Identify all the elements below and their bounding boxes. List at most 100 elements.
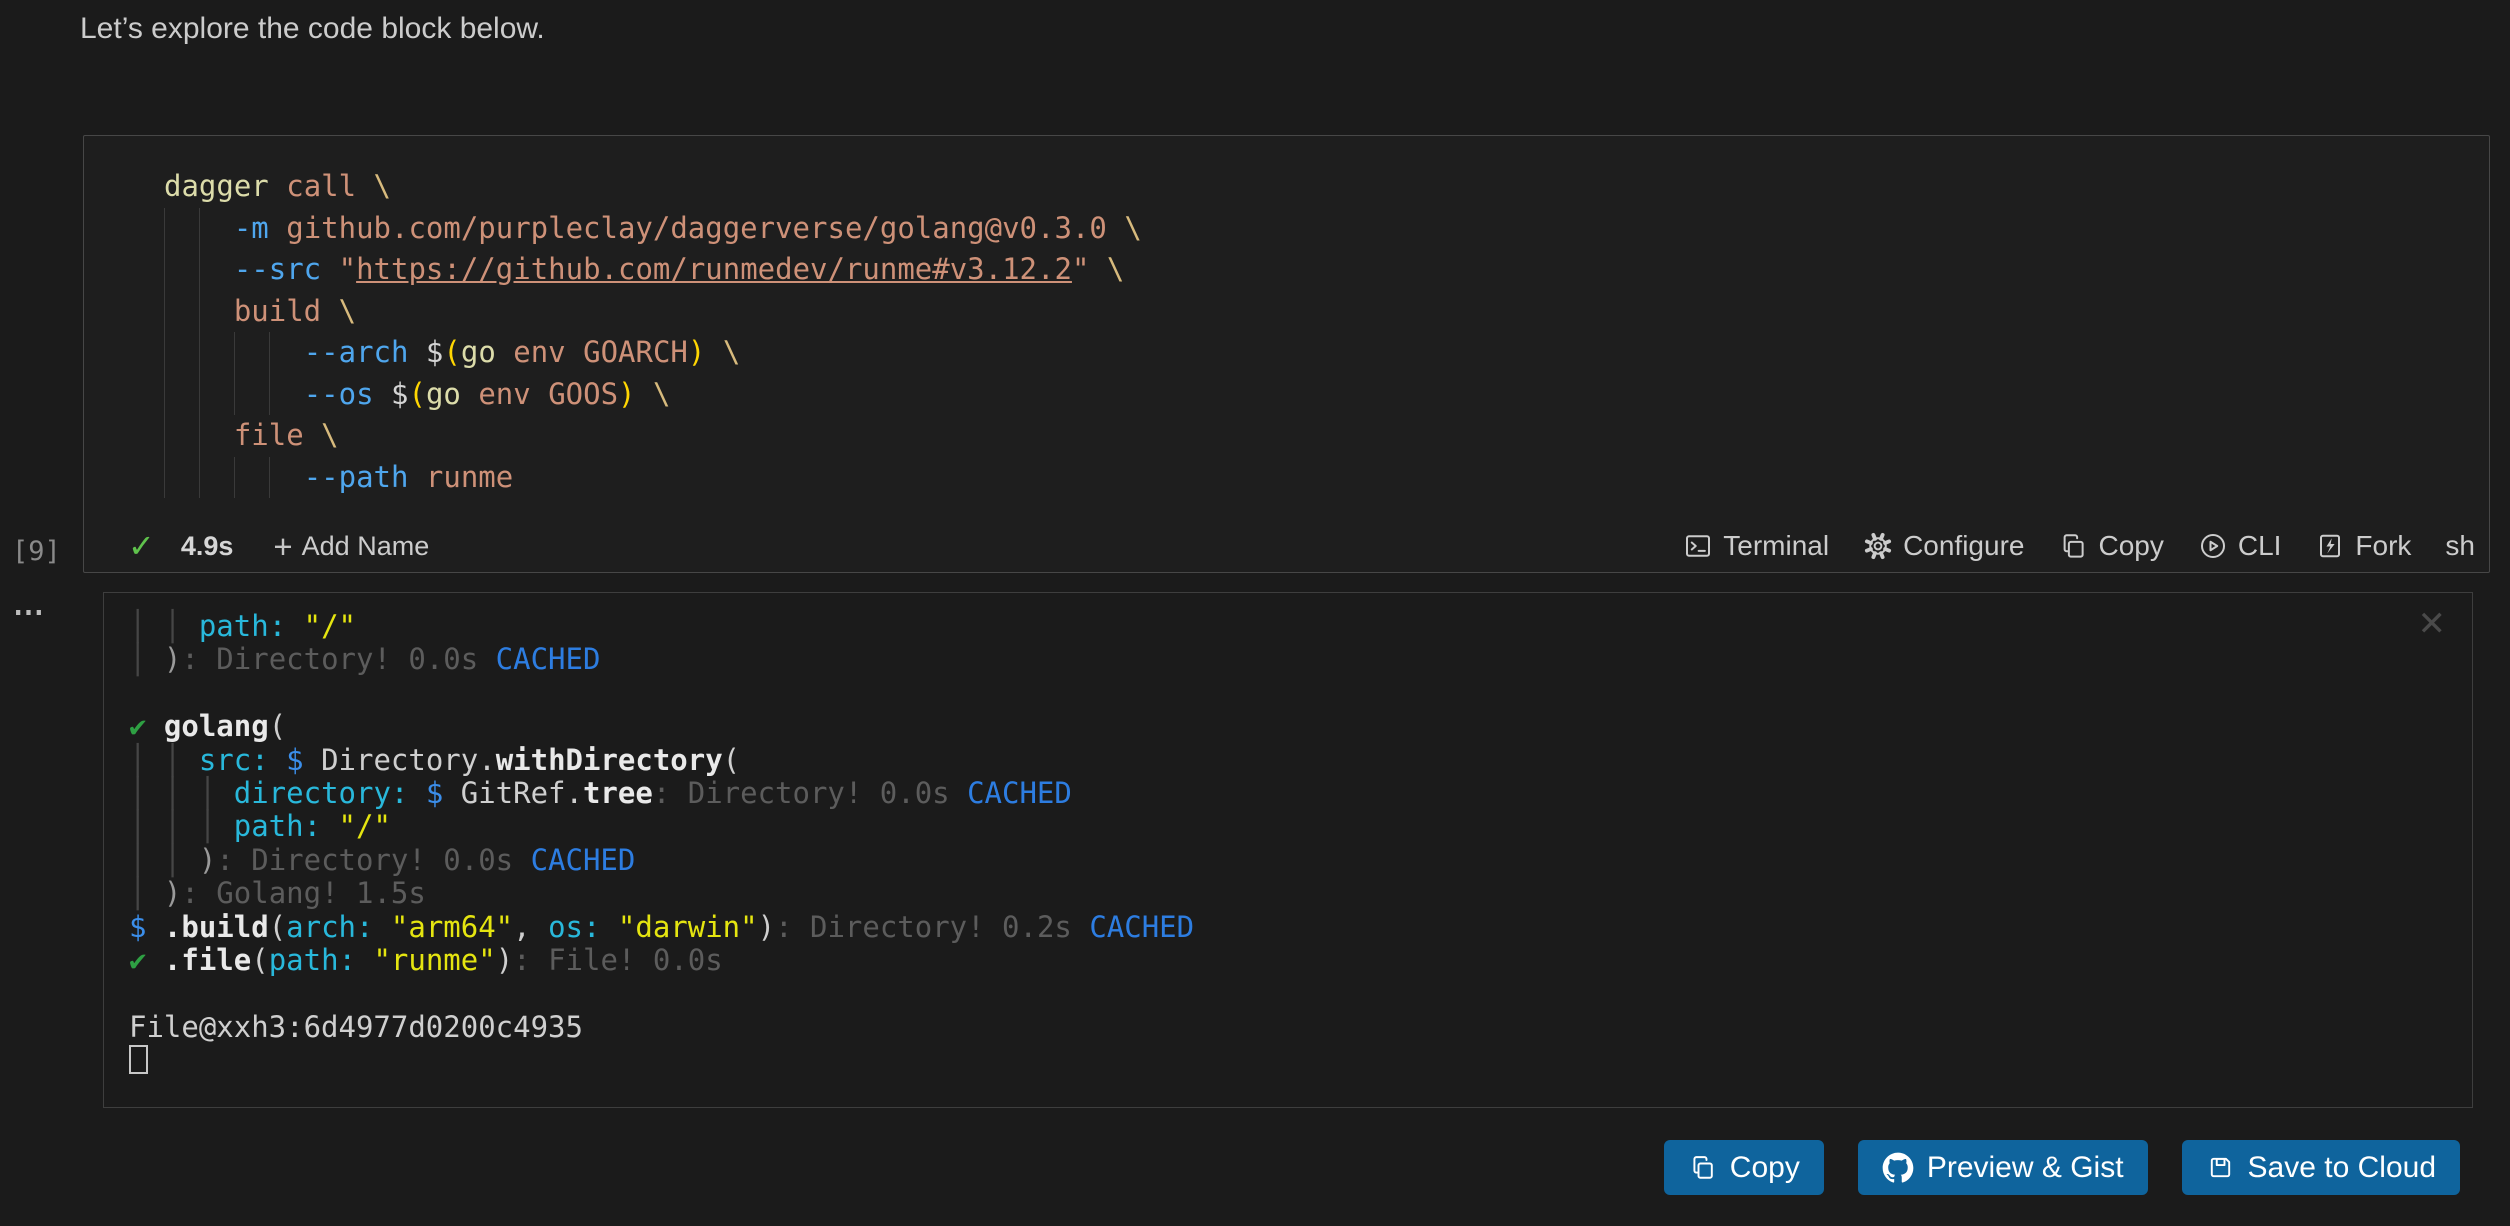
- text-segment: \: [321, 418, 338, 452]
- save-to-cloud-button[interactable]: Save to Cloud: [2182, 1140, 2460, 1195]
- indent-guide: [199, 332, 200, 374]
- text-segment: : File! 0.0s: [513, 943, 723, 977]
- text-segment: --os: [304, 377, 374, 411]
- toolbar-copy-button[interactable]: Copy: [2058, 530, 2163, 562]
- text-segment: :: [304, 809, 339, 843]
- text-segment: [408, 460, 425, 494]
- text-segment: │ │: [129, 743, 199, 777]
- output-line: [129, 977, 2412, 1010]
- text-segment: GOOS: [548, 377, 618, 411]
- code-cell: dagger call \ -m github.com/purpleclay/d…: [83, 135, 2490, 573]
- code-line: --arch $(go env GOARCH) \: [164, 332, 2469, 374]
- text-segment: [1089, 252, 1106, 286]
- text-segment: :: [251, 743, 286, 777]
- indent-guide: [234, 332, 235, 374]
- text-segment: (: [443, 335, 460, 369]
- execution-count-label: [9]: [12, 536, 61, 567]
- indent-guide: [164, 415, 165, 457]
- text-segment: CACHED: [1089, 910, 1194, 944]
- indent-guide: [199, 457, 200, 499]
- text-segment: "/": [304, 609, 356, 643]
- success-check-icon: ✓: [128, 530, 155, 562]
- text-segment: os: [548, 910, 583, 944]
- text-segment: --src: [234, 252, 321, 286]
- text-segment: :: [583, 910, 618, 944]
- text-segment: [496, 335, 513, 369]
- text-segment: path: [199, 609, 269, 643]
- text-segment: github.com/purpleclay/daggerverse/golang…: [286, 211, 1107, 245]
- code-editor[interactable]: dagger call \ -m github.com/purpleclay/d…: [164, 166, 2469, 498]
- indent-guide: [164, 208, 165, 250]
- text-segment: src: [199, 743, 251, 777]
- text-segment: $: [129, 910, 164, 944]
- add-name-button[interactable]: + Add Name: [273, 530, 429, 563]
- toolbar-cli-button[interactable]: CLI: [2198, 530, 2282, 562]
- indent-guide: [269, 332, 270, 374]
- text-segment: (: [269, 709, 286, 743]
- close-icon[interactable]: ✕: [2418, 607, 2447, 641]
- text-segment: env: [513, 335, 565, 369]
- gear-icon: [1863, 531, 1893, 561]
- toolbar-fork-button[interactable]: Fork: [2315, 530, 2411, 562]
- text-segment: [269, 169, 286, 203]
- indent-guide: [199, 374, 200, 416]
- text-segment: [356, 169, 373, 203]
- indent-guide: [164, 457, 165, 499]
- code-line: build \: [164, 291, 2469, 333]
- text-segment: : Golang! 1.5s: [181, 876, 425, 910]
- terminal-cursor: [129, 1045, 148, 1074]
- copy-button[interactable]: Copy: [1664, 1140, 1824, 1195]
- text-segment: \: [723, 335, 740, 369]
- more-actions-icon[interactable]: ⋯: [13, 594, 47, 630]
- text-segment: :: [356, 910, 391, 944]
- text-segment: :: [339, 943, 374, 977]
- url-link[interactable]: https://github.com/runmedev/runme#v3.12.…: [356, 252, 1072, 286]
- text-segment: \: [653, 377, 670, 411]
- text-segment: │ │ │: [129, 776, 234, 810]
- terminal-icon: [1683, 531, 1713, 561]
- text-segment: [566, 335, 583, 369]
- toolbar-terminal-button[interactable]: Terminal: [1683, 530, 1829, 562]
- text-segment: (: [408, 377, 425, 411]
- text-segment: CACHED: [496, 642, 601, 676]
- text-segment: env: [478, 377, 530, 411]
- indent-guide: [199, 208, 200, 250]
- output-line: ✔ golang(: [129, 710, 2412, 743]
- action-button-label: Preview & Gist: [1927, 1151, 2124, 1185]
- text-segment: withDirectory: [496, 743, 723, 777]
- output-line: │ ): Directory! 0.0s CACHED: [129, 643, 2412, 676]
- text-segment: ): [496, 943, 513, 977]
- text-segment: [461, 377, 478, 411]
- text-segment: (: [723, 743, 740, 777]
- output-line: │ │ │ directory: $ GitRef.tree: Director…: [129, 777, 2412, 810]
- toolbar-configure-button[interactable]: Configure: [1863, 530, 2024, 562]
- text-segment: │: [129, 876, 164, 910]
- preview-gist-button[interactable]: Preview & Gist: [1858, 1140, 2148, 1195]
- output-line: │ │ ): Directory! 0.0s CACHED: [129, 844, 2412, 877]
- github-icon: [1882, 1152, 1914, 1184]
- text-segment: \: [339, 294, 356, 328]
- indent-guide: [234, 374, 235, 416]
- markdown-text: Let’s explore the code block below.: [80, 12, 545, 46]
- toolbar-label: Copy: [2098, 530, 2163, 562]
- indent-guide: [164, 291, 165, 333]
- toolbar-label: Terminal: [1723, 530, 1829, 562]
- text-segment: ✔: [129, 709, 164, 743]
- save-icon: [2206, 1153, 2235, 1182]
- indent-guide: [199, 249, 200, 291]
- output-line: │ │ path: "/": [129, 610, 2412, 643]
- code-line: --src "https://github.com/runmedev/runme…: [164, 249, 2469, 291]
- text-segment: path: [234, 809, 304, 843]
- output-line: │ ): Golang! 1.5s: [129, 877, 2412, 910]
- indent-guide: [164, 249, 165, 291]
- code-line: --path runme: [164, 457, 2469, 499]
- text-segment: ): [164, 876, 181, 910]
- code-line: --os $(go env GOOS) \: [164, 374, 2469, 416]
- terminal-output[interactable]: │ │ path: "/"│ ): Directory! 0.0s CACHED…: [129, 610, 2412, 1078]
- play-circle-icon: [2198, 531, 2228, 561]
- text-segment: │: [129, 642, 164, 676]
- text-segment: [1107, 211, 1124, 245]
- fork-icon: [2315, 531, 2345, 561]
- indent-guide: [164, 374, 165, 416]
- text-segment: "arm64": [391, 910, 513, 944]
